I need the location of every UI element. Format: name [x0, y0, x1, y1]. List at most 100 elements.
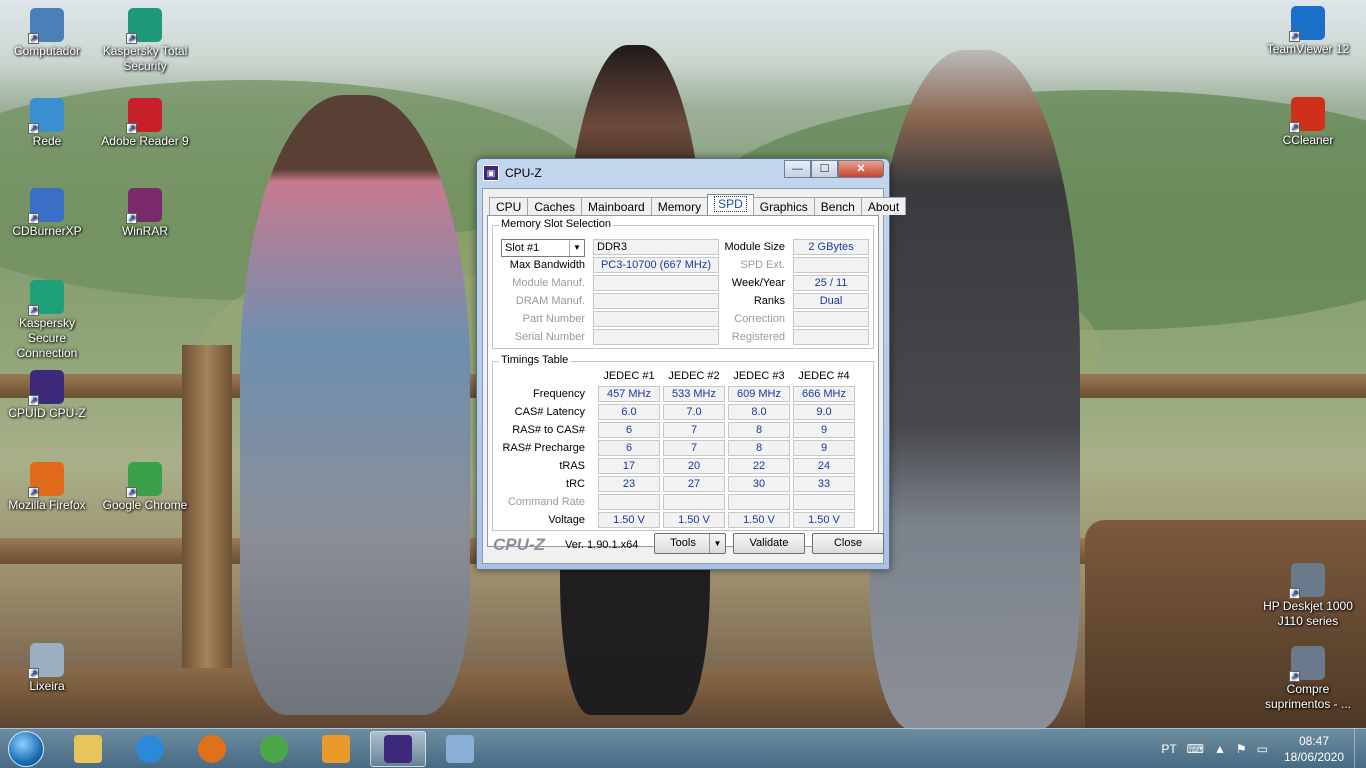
winrar-icon: ↗	[126, 188, 162, 224]
jedec-column-header: JEDEC #2	[668, 370, 720, 382]
slot-select[interactable]: Slot #1 ▼	[501, 239, 585, 257]
tools-button[interactable]: Tools ▼	[654, 533, 726, 554]
tab-mainboard[interactable]: Mainboard	[581, 197, 652, 215]
shortcut-arrow-icon: ↗	[126, 123, 137, 134]
tab-label: CPU	[496, 200, 522, 214]
tools-button-label: Tools	[670, 537, 696, 549]
desktop-icon-ccleaner[interactable]: ↗ CCleaner	[1262, 97, 1354, 148]
minimize-button[interactable]: —	[784, 160, 811, 178]
tab-about[interactable]: About	[860, 197, 907, 215]
timing-row-label: CAS# Latency	[514, 406, 585, 418]
desktop-icon-label: Adobe Reader 9	[101, 134, 189, 148]
start-button[interactable]	[8, 731, 44, 767]
taskbar-cpuz-button[interactable]	[370, 731, 426, 767]
taskbar-media-player-button[interactable]	[308, 731, 364, 767]
desktop-icon-printer[interactable]: ↗ HP Deskjet 1000 J110 series	[1262, 563, 1354, 629]
timing-cell: 30	[728, 476, 790, 492]
ranks-label: Ranks	[753, 295, 785, 307]
timing-cell: 24	[793, 458, 855, 474]
desktop-icon-teamviewer[interactable]: ↗ TeamViewer 12	[1262, 6, 1354, 57]
desktop-icon-label: Lixeira	[29, 679, 65, 693]
desktop-icon-label: CPUID CPU-Z	[8, 406, 86, 420]
desktop-icon-firefox[interactable]: ↗ Mozilla Firefox	[1, 462, 93, 513]
keyboard-icon[interactable]: ⌨	[1187, 742, 1204, 756]
correction-value	[793, 311, 869, 327]
shortcut-arrow-icon: ↗	[126, 487, 137, 498]
cpuz-window[interactable]: ▣ CPU-Z — ☐ ✕ CPU Caches Mainboard Memory SP…	[476, 158, 907, 570]
desktop-icon-label: WinRAR	[121, 224, 168, 238]
media-player-icon	[322, 735, 350, 763]
close-window-button[interactable]: ✕	[838, 160, 884, 178]
taskbar-firefox-button[interactable]	[184, 731, 240, 767]
timing-cell: 17	[598, 458, 660, 474]
dram-manuf-label: DRAM Manuf.	[515, 295, 585, 307]
clock-date: 18/06/2020	[1283, 750, 1345, 764]
tab-caches[interactable]: Caches	[527, 197, 583, 215]
firefox-icon: ↗	[28, 462, 64, 498]
taskbar-chrome-button[interactable]	[246, 731, 302, 767]
taskbar-explorer-button[interactable]	[60, 731, 116, 767]
shortcut-arrow-icon: ↗	[28, 487, 39, 498]
desktop-icon-network[interactable]: ↗ Rede	[1, 98, 93, 149]
footer: CPU-Z Ver. 1.90.1.x64 Tools ▼ Validate C…	[483, 525, 884, 563]
show-hidden-icons-icon[interactable]: ▲	[1214, 742, 1226, 756]
desktop-icon-cpuz[interactable]: ↗ CPUID CPU-Z	[1, 370, 93, 421]
shortcut-arrow-icon: ↗	[1289, 671, 1300, 682]
max-bandwidth-value: PC3-10700 (667 MHz)	[593, 257, 719, 273]
clock[interactable]: 08:47 18/06/2020	[1274, 733, 1354, 765]
timing-row-label: RAS# Precharge	[502, 442, 585, 454]
timing-row-label: Command Rate	[507, 496, 585, 508]
tab-memory[interactable]: Memory	[650, 197, 709, 215]
desktop-icon-kaspersky-vpn[interactable]: ↗ Kaspersky Secure Connection	[1, 280, 93, 361]
shortcut-arrow-icon: ↗	[1289, 588, 1300, 599]
timing-cell: 8	[728, 440, 790, 456]
taskbar-internet-explorer-button[interactable]	[122, 731, 178, 767]
desktop-icon-recycle-bin[interactable]: ↗ Lixeira	[1, 643, 93, 694]
memory-type-value: DDR3	[593, 239, 719, 255]
module-manuf-label: Module Manuf.	[512, 277, 585, 289]
desktop-icon-label: Computador	[13, 44, 81, 58]
show-desktop-button[interactable]	[1354, 729, 1366, 768]
desktop-icon-cdburner[interactable]: ↗ CDBurnerXP	[1, 188, 93, 239]
language-indicator[interactable]: PT	[1161, 742, 1176, 756]
tab-bar: CPU Caches Mainboard Memory SPD Graphics Bench…	[483, 189, 907, 216]
network-status-icon[interactable]: ▭	[1257, 742, 1268, 756]
tab-cpu[interactable]: CPU	[489, 197, 529, 215]
kaspersky-icon: ↗	[126, 8, 162, 44]
part-number-value	[593, 311, 719, 327]
tab-spd[interactable]: SPD	[707, 194, 754, 216]
action-center-flag-icon[interactable]: ⚑	[1236, 742, 1247, 756]
tab-bench[interactable]: Bench	[813, 197, 862, 215]
internet-explorer-icon	[136, 735, 164, 763]
title-bar[interactable]: ▣ CPU-Z — ☐ ✕	[477, 159, 889, 187]
desktop-icon-kaspersky[interactable]: ↗ Kaspersky Total Security	[99, 8, 191, 74]
tab-label: SPD	[714, 196, 747, 212]
jedec-column-header: JEDEC #3	[733, 370, 785, 382]
tab-graphics[interactable]: Graphics	[752, 197, 815, 215]
chevron-down-icon[interactable]: ▼	[569, 240, 584, 256]
tab-label: Mainboard	[588, 200, 645, 214]
desktop-icon-adobe-reader[interactable]: ↗ Adobe Reader 9	[99, 98, 191, 149]
shortcut-arrow-icon: ↗	[28, 668, 39, 679]
timing-cell: 6	[598, 422, 660, 438]
validate-button[interactable]: Validate	[733, 533, 805, 554]
maximize-button[interactable]: ☐	[811, 160, 838, 178]
desktop-icon-printer-supplies[interactable]: ↗ Compre suprimentos - ...	[1262, 646, 1354, 712]
tab-label: Bench	[820, 200, 855, 214]
tools-dropdown-icon[interactable]: ▼	[709, 534, 725, 553]
timing-row-label: tRC	[566, 478, 585, 490]
timing-row-label: tRAS	[559, 460, 585, 472]
desktop-icon-computer[interactable]: ↗ Computador	[1, 8, 93, 59]
desktop-icon-label: CCleaner	[1282, 133, 1334, 147]
timing-cell: 8.0	[728, 404, 790, 420]
timing-cell: 7.0	[663, 404, 725, 420]
desktop-icon-chrome[interactable]: ↗ Google Chrome	[99, 462, 191, 513]
taskbar-paint-button[interactable]	[432, 731, 488, 767]
desktop-icon-label: Kaspersky Secure Connection	[16, 316, 78, 360]
shortcut-arrow-icon: ↗	[1289, 122, 1300, 133]
correction-label: Correction	[734, 313, 785, 325]
firefox-icon	[198, 735, 226, 763]
close-button[interactable]: Close	[812, 533, 884, 554]
desktop-icon-label: Kaspersky Total Security	[102, 44, 188, 73]
desktop-icon-winrar[interactable]: ↗ WinRAR	[99, 188, 191, 239]
